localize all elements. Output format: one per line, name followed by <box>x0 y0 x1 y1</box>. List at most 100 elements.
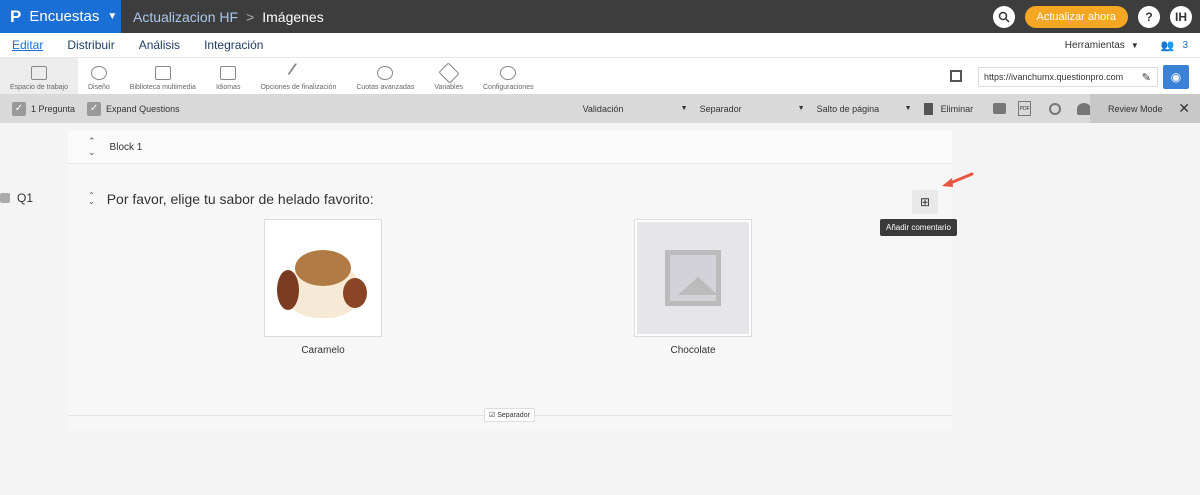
question-number[interactable]: Q1 <box>0 191 33 205</box>
block-header: ⌃ ⌄ Block 1 <box>68 131 952 164</box>
tool-label: Cuotas avanzadas <box>356 84 415 91</box>
main-menu: Editar Distribuir Análisis Integración H… <box>0 33 1200 57</box>
add-user-icon[interactable] <box>1077 102 1092 115</box>
tool-end-options[interactable]: Opciones de finalización <box>250 58 346 94</box>
add-comment-button[interactable]: ⊞ <box>912 190 938 214</box>
expand-questions-label: Expand Questions <box>106 103 180 114</box>
top-actions: Actualizar ahora ? IH <box>992 5 1200 28</box>
feature-toolbar: Espacio de trabajo Diseño Biblioteca mul… <box>0 57 1200 94</box>
review-mode-label: Review Mode <box>1108 103 1163 114</box>
validation-label: Validación <box>582 103 624 114</box>
tool-label: Opciones de finalización <box>260 84 337 91</box>
one-question-toggle[interactable]: ✓ 1 Pregunta <box>12 101 76 116</box>
block-title[interactable]: Block 1 <box>110 142 143 153</box>
survey-url-field[interactable]: https://ivanchumx.questionpro.com ✎ <box>978 67 1158 87</box>
question-number-label: Q1 <box>17 191 34 205</box>
caret-down-icon: ▼ <box>797 105 805 112</box>
menu-item-distribuir[interactable]: Distribuir <box>67 38 114 52</box>
choice-image-chocolate[interactable] <box>634 219 752 337</box>
gear-icon <box>500 66 517 80</box>
breadcrumb-separator: > <box>246 8 255 25</box>
checkbox-icon: ✓ <box>12 101 26 116</box>
image-icon <box>154 66 171 80</box>
tools-dropdown[interactable]: Herramientas <box>1065 40 1125 51</box>
review-mode-panel[interactable]: Review Mode ✕ <box>1090 94 1200 123</box>
separator-tag-label: Separador <box>497 412 530 419</box>
breadcrumb-page: Imágenes <box>262 8 324 25</box>
tag-icon <box>438 62 460 84</box>
preview-button[interactable]: ◉ <box>1163 65 1189 89</box>
workspace-icon <box>30 66 47 80</box>
tool-languages[interactable]: Idiomas <box>206 58 251 94</box>
menu-item-editar[interactable]: Editar <box>12 38 43 52</box>
tool-variables[interactable]: Variables <box>424 58 473 94</box>
ice-cream-image <box>273 232 373 324</box>
print-icon[interactable] <box>993 103 1007 114</box>
caret-down-icon: ▼ <box>680 105 688 112</box>
product-switcher[interactable]: P Encuestas ▼ <box>0 0 121 33</box>
checkbox-icon: ☑ <box>489 412 496 419</box>
quotas-icon <box>377 66 394 80</box>
close-icon[interactable]: ✕ <box>1178 100 1190 117</box>
tool-media-library[interactable]: Biblioteca multimedia <box>120 58 206 94</box>
update-now-button[interactable]: Actualizar ahora <box>1024 5 1128 28</box>
page-break-dropdown[interactable]: Salto de página ▼ <box>817 104 912 114</box>
delete-label: Eliminar <box>940 103 974 114</box>
help-button[interactable]: ? <box>1138 5 1160 28</box>
collapse-icon[interactable]: ⌃ ⌄ <box>88 136 96 158</box>
qr-code-icon[interactable] <box>950 70 962 82</box>
tool-label: Configuraciones <box>483 84 534 91</box>
user-avatar[interactable]: IH <box>1170 5 1192 28</box>
add-comment-tooltip: Añadir comentario <box>880 219 957 236</box>
caret-down-icon: ▼ <box>904 105 912 112</box>
tool-label: Variables <box>434 84 463 91</box>
delete-button[interactable]: Eliminar <box>923 102 974 115</box>
choice-label-caramelo: Caramelo <box>301 345 345 356</box>
pencil-icon[interactable]: ✎ <box>1142 71 1151 84</box>
history-icon[interactable] <box>1049 102 1062 115</box>
chevron-down-icon: ▼ <box>1130 40 1139 50</box>
choice-image-caramelo[interactable] <box>264 219 382 337</box>
top-bar: P Encuestas ▼ Actualizacion HF > Imágene… <box>0 0 1200 33</box>
tool-settings[interactable]: Configuraciones <box>473 58 544 94</box>
translate-icon <box>220 66 237 80</box>
questionpro-logo-icon: P <box>10 6 22 26</box>
eye-icon: ◉ <box>1170 70 1182 84</box>
collaborators-icon[interactable]: 👥 <box>1161 39 1175 52</box>
choice-label-chocolate: Chocolate <box>670 345 716 356</box>
checkbox-icon <box>0 193 10 203</box>
annotation-arrow-icon <box>942 172 974 187</box>
image-placeholder-icon <box>665 250 721 306</box>
separator-dropdown[interactable]: Separador ▼ <box>700 104 805 114</box>
magic-wand-icon <box>287 62 309 84</box>
separator-toggle[interactable]: ☑ Separador <box>484 408 535 422</box>
breadcrumb-survey[interactable]: Actualizacion HF <box>133 9 238 25</box>
validation-dropdown[interactable]: Validación ▼ <box>583 104 688 114</box>
expand-questions-toggle[interactable]: ✓ Expand Questions <box>87 101 180 116</box>
survey-url: https://ivanchumx.questionpro.com <box>984 72 1124 82</box>
menu-right: Herramientas ▼ 👥 3 <box>1065 39 1200 52</box>
tool-label: Diseño <box>87 84 110 91</box>
tool-advanced-quotas[interactable]: Cuotas avanzadas <box>346 58 424 94</box>
tool-design[interactable]: Diseño <box>78 58 120 94</box>
collapse-icon[interactable]: ⌃ ⌄ <box>88 192 95 206</box>
question-text: Por favor, elige tu sabor de helado favo… <box>106 191 374 207</box>
question-title[interactable]: ⌃ ⌄ Por favor, elige tu sabor de helado f… <box>88 191 374 207</box>
trash-icon <box>923 102 933 115</box>
page-break-label: Salto de página <box>816 103 880 114</box>
menu-item-analisis[interactable]: Análisis <box>139 38 180 52</box>
pdf-icon[interactable]: PDF <box>1018 101 1032 116</box>
comment-plus-icon: ⊞ <box>919 195 931 209</box>
question-options-bar: ✓ 1 Pregunta ✓ Expand Questions Validaci… <box>0 94 1200 123</box>
one-question-label: 1 Pregunta <box>31 103 76 114</box>
menu-item-integracion[interactable]: Integración <box>204 38 263 52</box>
collaborators-count: 3 <box>1182 39 1188 51</box>
palette-icon <box>90 66 107 80</box>
tool-label: Biblioteca multimedia <box>129 84 196 91</box>
tool-workspace[interactable]: Espacio de trabajo <box>0 58 78 94</box>
search-button[interactable] <box>992 5 1015 28</box>
image-placeholder <box>637 222 749 334</box>
survey-block <box>68 131 952 430</box>
chevron-down-icon: ▼ <box>107 11 118 22</box>
breadcrumb: Actualizacion HF > Imágenes <box>121 9 324 25</box>
